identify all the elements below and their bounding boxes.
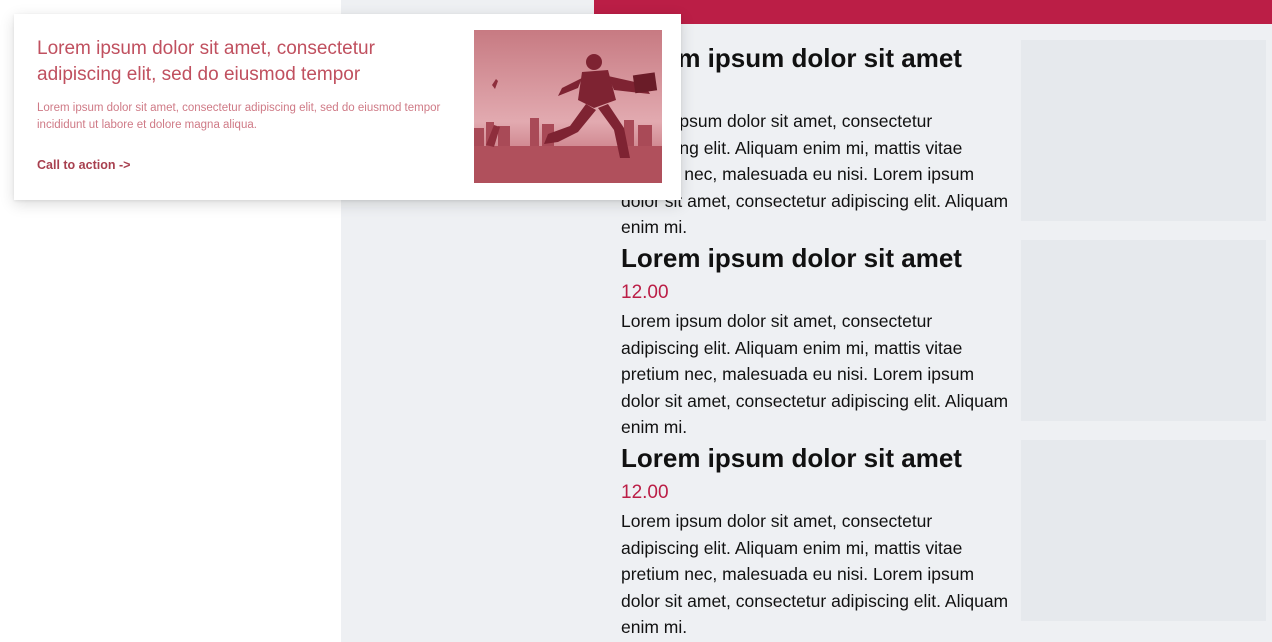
item-thumbnail [1021, 40, 1266, 221]
list-item-text: Lorem ipsum dolor sit amet 12.00 Lorem i… [621, 440, 1011, 641]
item-title: Lorem ipsum dolor sit amet [621, 443, 962, 473]
item-description: Lorem ipsum dolor sit amet, consectetur … [621, 511, 1009, 637]
card-image [474, 30, 662, 183]
item-description: Lorem ipsum dolor sit amet, consectetur … [621, 311, 1009, 437]
card-title: Lorem ipsum dolor sit amet, consectetur … [37, 38, 375, 85]
header-bar [594, 0, 1272, 24]
call-to-action-link[interactable]: Call to action -> [37, 158, 130, 172]
promo-card: Lorem ipsum dolor sit amet, consectetur … [14, 14, 681, 200]
product-list: Lorem ipsum dolor sit amet 12.00 Lorem i… [621, 40, 1271, 640]
item-price: 12.00 [621, 482, 669, 503]
list-item-text: Lorem ipsum dolor sit amet 12.00 Lorem i… [621, 240, 1011, 441]
item-thumbnail [1021, 240, 1266, 421]
item-price: 12.00 [621, 282, 669, 303]
list-item[interactable]: Lorem ipsum dolor sit amet 12.00 Lorem i… [621, 240, 1271, 440]
item-thumbnail [1021, 440, 1266, 621]
list-item[interactable]: Lorem ipsum dolor sit amet 12.00 Lorem i… [621, 440, 1271, 640]
item-title: Lorem ipsum dolor sit amet [621, 243, 962, 273]
list-item[interactable]: Lorem ipsum dolor sit amet 12.00 Lorem i… [621, 40, 1271, 240]
card-body: Lorem ipsum dolor sit amet, consectetur … [37, 102, 441, 131]
